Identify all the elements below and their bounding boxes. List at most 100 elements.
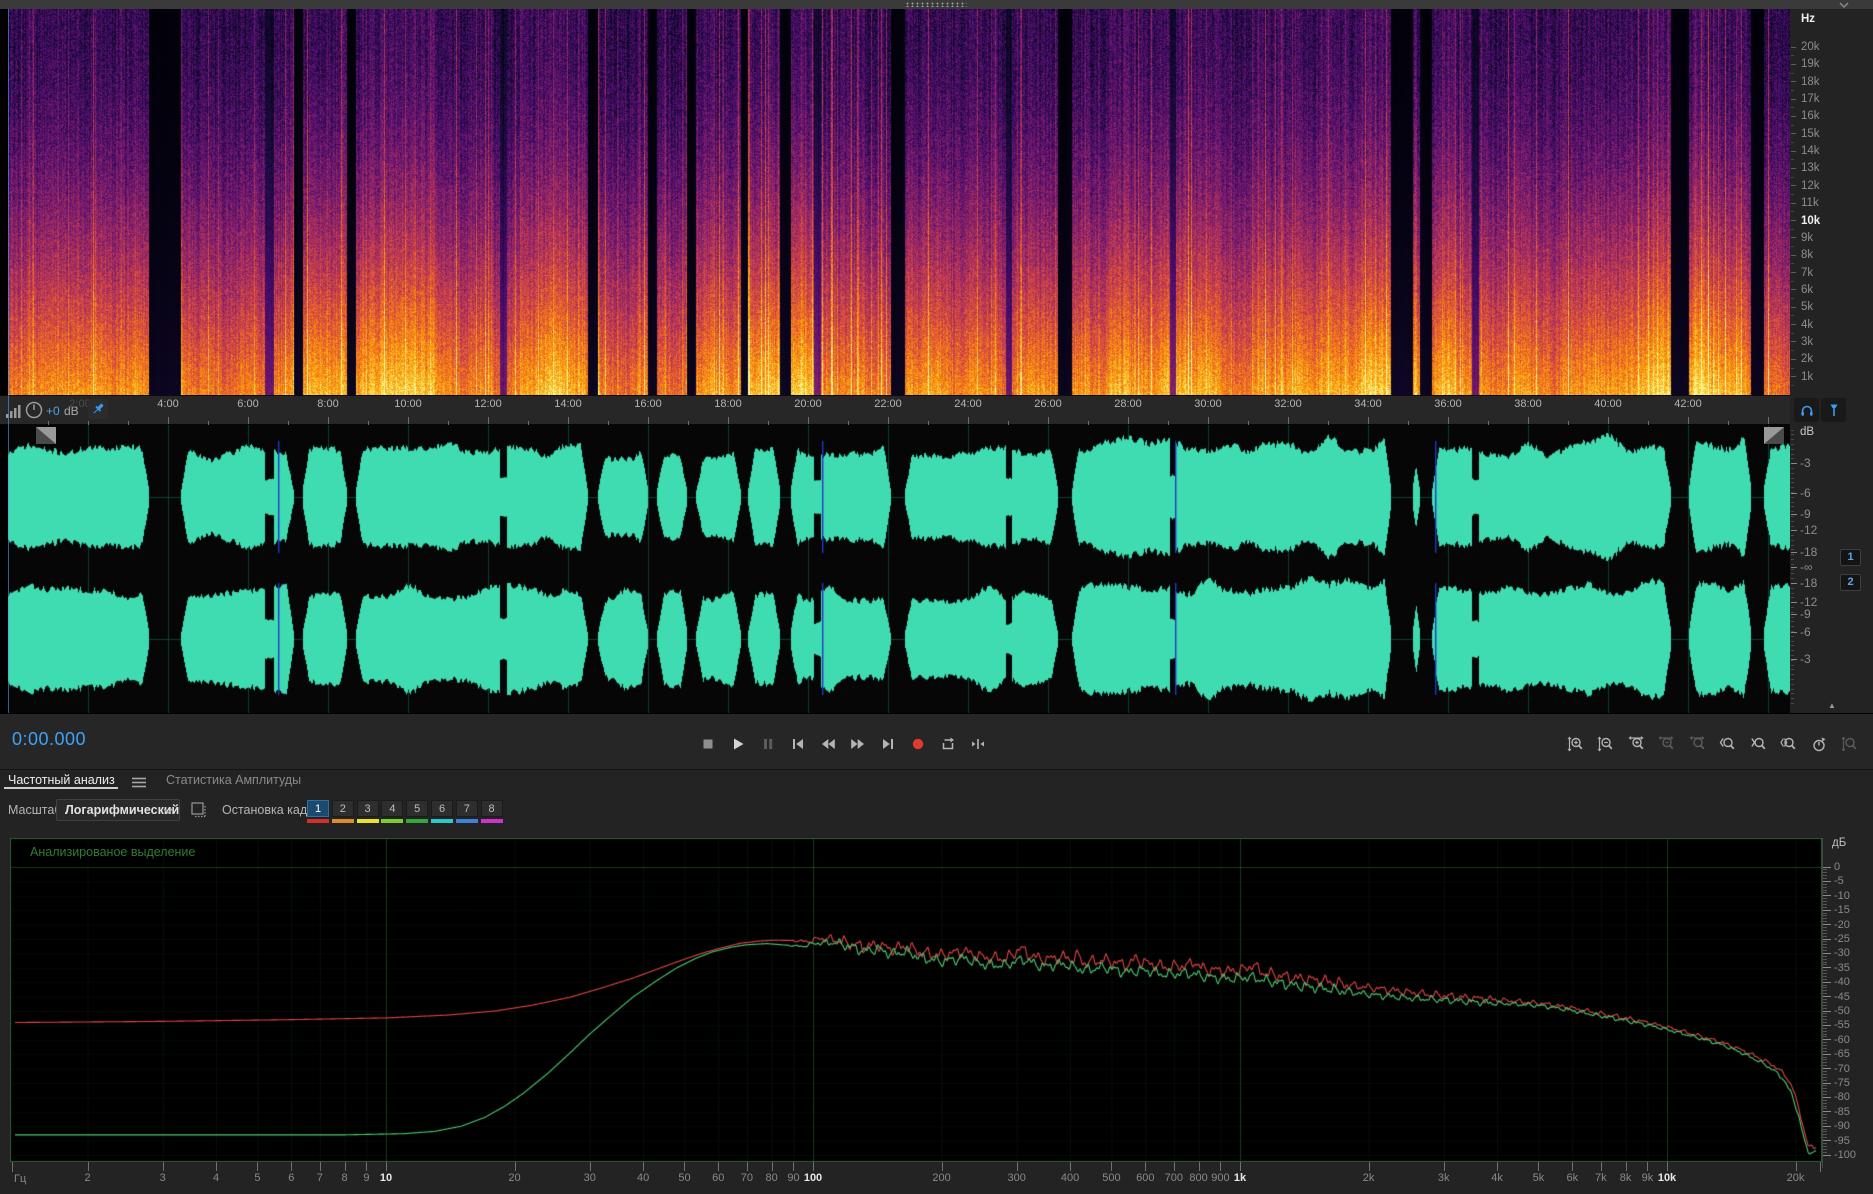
time-tick — [768, 421, 769, 425]
wave-minor-tick — [1791, 434, 1794, 435]
plot-freq-label: 20 — [508, 1172, 521, 1184]
zoom-in-horizontal-button[interactable] — [1623, 733, 1649, 755]
plot-db-tick — [1823, 1122, 1827, 1124]
plot-db-label: -40 — [1834, 976, 1850, 989]
wave-minor-tick — [1791, 698, 1794, 699]
stop-button[interactable] — [695, 733, 721, 755]
time-label: 34:00 — [1354, 398, 1382, 410]
monitor-headphones-button[interactable] — [1794, 398, 1819, 422]
plot-db-tick — [1823, 869, 1827, 871]
plot-db-tick — [1823, 1042, 1827, 1044]
pin-playhead-button[interactable] — [88, 399, 108, 419]
spectral-tick — [1791, 150, 1796, 152]
rewind-icon — [822, 739, 835, 749]
zoom-out-vertical-button[interactable] — [1593, 733, 1619, 755]
tab-amplitude-statistics[interactable]: Статистика Амплитуды — [166, 773, 301, 787]
hold-frame-button-2[interactable]: 2 — [331, 800, 354, 817]
plot-freq-tick — [1016, 1162, 1018, 1171]
plot-freq-tick — [1572, 1162, 1574, 1171]
time-label: 14:00 — [554, 398, 582, 410]
zoom-out-point-icon — [1750, 737, 1765, 750]
clock-knob-icon[interactable] — [25, 401, 43, 419]
time-tick — [408, 417, 409, 424]
plot-db-tick — [1823, 1154, 1831, 1156]
corner-grip-icon-left[interactable] — [36, 427, 56, 444]
zoom-out-point-button[interactable] — [1745, 733, 1771, 755]
chevron-down-icon — [163, 808, 173, 814]
hold-frame-button-6[interactable]: 6 — [431, 800, 453, 817]
zoom-full-button[interactable] — [1837, 733, 1863, 755]
zoom-reset-button[interactable] — [1684, 733, 1710, 755]
hold-frame-button-4[interactable]: 4 — [381, 800, 404, 817]
wave-minor-tick — [1791, 526, 1794, 527]
plot-db-tick — [1823, 1094, 1827, 1096]
move-playhead-button[interactable] — [965, 733, 991, 755]
plot-freq-tick — [1667, 1162, 1668, 1171]
time-display[interactable]: 0:00.000 — [12, 729, 86, 750]
time-label: 8:00 — [317, 398, 339, 410]
plot-db-tick — [1823, 1019, 1827, 1021]
zoom-out-horizontal-button[interactable] — [1654, 733, 1680, 755]
rewind-button[interactable] — [815, 733, 841, 755]
fast-forward-icon — [851, 739, 864, 749]
pin-icon — [93, 403, 104, 414]
waveform-view[interactable] — [8, 425, 1790, 713]
skip-end-button[interactable] — [875, 733, 901, 755]
hold-frame-button-1[interactable]: 1 — [307, 800, 329, 817]
panel-grip-handle[interactable] — [905, 2, 967, 7]
scale-scroll-up-arrow[interactable]: ▲ — [1828, 701, 1836, 710]
channel-button-2[interactable]: 2 — [1840, 574, 1861, 591]
gain-value[interactable]: +0 — [46, 404, 60, 418]
plot-db-tick — [1823, 1047, 1827, 1049]
record-button[interactable] — [905, 733, 931, 755]
hold-frame-button-7[interactable]: 7 — [455, 800, 478, 817]
hold-frame-button-8[interactable]: 8 — [480, 800, 503, 817]
plot-db-tick — [1823, 903, 1827, 905]
wave-tick — [1791, 567, 1797, 568]
zoom-selection-button[interactable] — [1776, 733, 1802, 755]
marker-pin-button[interactable] — [1821, 398, 1846, 422]
time-tick — [648, 417, 649, 424]
wave-minor-tick — [1791, 482, 1794, 483]
plot-freq-label: 700 — [1164, 1172, 1184, 1184]
playhead-line[interactable] — [8, 9, 9, 713]
copy-graph-icon[interactable] — [190, 801, 208, 819]
wave-minor-tick — [1791, 535, 1794, 536]
loop-playback-button[interactable] — [935, 733, 961, 755]
wave-minor-tick — [1791, 430, 1794, 431]
frequency-analysis-plot[interactable] — [10, 838, 1822, 1162]
hold-frame-button-3[interactable]: 3 — [356, 800, 379, 817]
wave-tick — [1791, 493, 1797, 494]
hold-frame-button-5[interactable]: 5 — [406, 800, 429, 817]
spectrogram-view[interactable] — [8, 9, 1790, 395]
scale-dropdown[interactable]: Логарифмический — [56, 799, 180, 821]
panel-menu-chevron-icon[interactable] — [1838, 1, 1850, 9]
wave-minor-tick — [1791, 645, 1794, 646]
play-button[interactable] — [725, 733, 751, 755]
fast-forward-button[interactable] — [845, 733, 871, 755]
time-label: 22:00 — [874, 398, 902, 410]
panel-menu-icon[interactable] — [132, 777, 146, 788]
corner-grip-icon-right[interactable] — [1764, 427, 1784, 444]
hold-frame-color-2 — [331, 819, 354, 823]
time-tick — [1208, 417, 1209, 424]
plot-db-tick — [1823, 1056, 1827, 1058]
plot-freq-label: 400 — [1060, 1172, 1080, 1184]
pause-button[interactable] — [755, 733, 781, 755]
plot-db-tick — [1823, 1099, 1827, 1101]
channel-button-1[interactable]: 1 — [1840, 549, 1861, 566]
zoom-in-vertical-button[interactable] — [1562, 733, 1588, 755]
wave-minor-tick — [1791, 478, 1794, 479]
zoom-in-point-button[interactable] — [1715, 733, 1741, 755]
skip-start-button[interactable] — [785, 733, 811, 755]
tab-frequency-analysis[interactable]: Частотный анализ — [8, 773, 115, 787]
wave-minor-tick — [1791, 641, 1794, 642]
plot-db-tick — [1823, 1134, 1827, 1136]
spectral-tick-label: 17k — [1801, 93, 1820, 106]
wave-minor-tick — [1791, 449, 1794, 450]
time-tick — [928, 421, 929, 425]
timer-button[interactable] — [1806, 733, 1832, 755]
plot-db-tick — [1823, 1128, 1827, 1130]
hold-frame-color-4 — [381, 819, 404, 823]
plot-db-tick — [1823, 886, 1827, 888]
